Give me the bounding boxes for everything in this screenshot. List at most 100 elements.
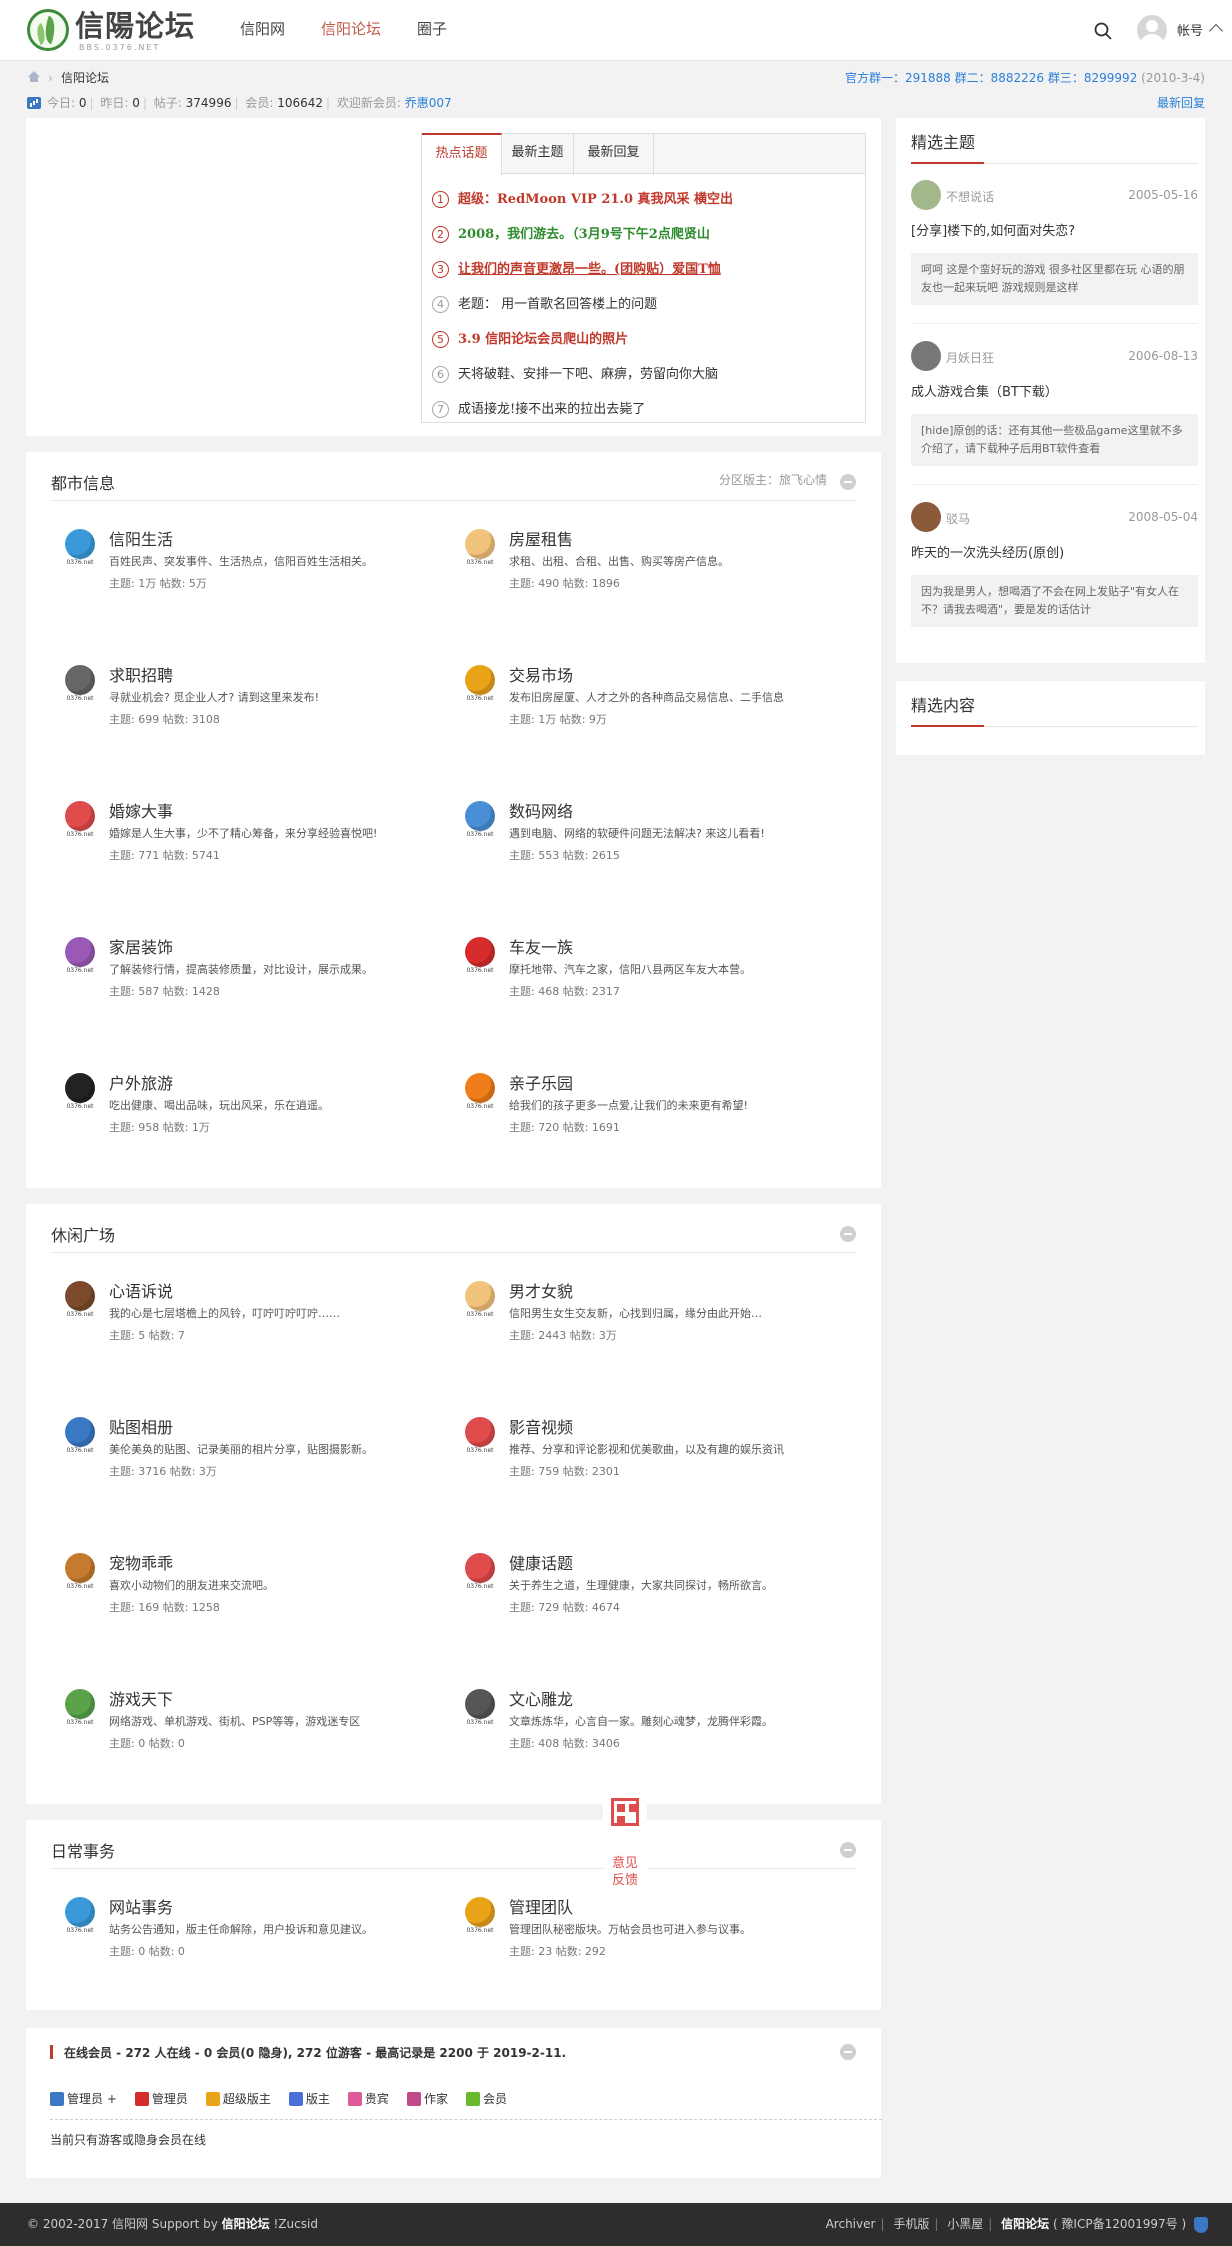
author-name[interactable]: 月妖日狂 bbox=[946, 349, 994, 366]
author-avatar[interactable] bbox=[911, 180, 941, 210]
hot-topic-item[interactable]: 6 天将破鞋、安排一下吧、麻痹，劳留向你大脑 bbox=[432, 357, 718, 392]
hot-topic-item[interactable]: 7 成语接龙!接不出来的拉出去毙了 bbox=[432, 392, 645, 427]
topic-title[interactable]: 昨天的一次洗头经历(原创) bbox=[911, 542, 1064, 561]
hot-topic-link[interactable]: 超级：RedMoon VIP 21.0 真我风采 横空出 bbox=[458, 192, 733, 207]
user-group-icon bbox=[288, 2091, 303, 2106]
collapse-icon[interactable] bbox=[840, 1226, 856, 1242]
forum-item[interactable]: 0376.net 房屋租售 求租、出租、合租、出售、购买等房产信息。 主题: 490 … bbox=[462, 526, 842, 616]
footer-link-archiver[interactable]: Archiver bbox=[826, 2217, 876, 2231]
nav-item-xinyang-net[interactable]: 信阳网 bbox=[222, 0, 303, 61]
rank-number-icon: 6 bbox=[432, 366, 449, 383]
breadcrumb-current[interactable]: 信阳论坛 bbox=[61, 68, 109, 88]
forum-name[interactable]: 宠物乖乖 bbox=[109, 1550, 173, 1574]
home-icon[interactable] bbox=[27, 70, 41, 83]
collapse-icon[interactable] bbox=[840, 1842, 856, 1858]
forum-item[interactable]: 0376.net 家居装饰 了解装修行情，提高装修质量，对比设计，展示成果。 主题: … bbox=[62, 934, 442, 1024]
forum-item[interactable]: 0376.net 网站事务 站务公告通知，版主任命解除，用户投诉和意见建议。 主题: … bbox=[62, 1894, 442, 1984]
forum-item[interactable]: 0376.net 求职招聘 寻就业机会? 觅企业人才? 请到这里来发布! 主题: 69… bbox=[62, 662, 442, 752]
forum-name[interactable]: 文心雕龙 bbox=[509, 1686, 573, 1710]
forum-item[interactable]: 0376.net 心语诉说 我的心是七层塔檐上的风铃，叮咛叮咛叮咛…… 主题: 5 帖… bbox=[62, 1278, 442, 1368]
forum-name[interactable]: 心语诉说 bbox=[109, 1278, 173, 1302]
forum-name[interactable]: 信阳生活 bbox=[109, 526, 173, 550]
footer-brand[interactable]: 信阳论坛 bbox=[1001, 2217, 1049, 2231]
nav-item-forum[interactable]: 信阳论坛 bbox=[303, 0, 399, 61]
forum-item[interactable]: 0376.net 户外旅游 吃出健康、喝出品味，玩出风采，乐在逍遥。 主题: 958 … bbox=[62, 1070, 442, 1160]
hot-topic-item[interactable]: 3 让我们的声音更激昂一些。(团购贴）爱国T恤 bbox=[432, 252, 721, 287]
collapse-icon[interactable] bbox=[840, 474, 856, 490]
forum-item[interactable]: 0376.net 数码网络 遇到电脑、网络的软硬件问题无法解决? 来这儿看看! 主题:… bbox=[462, 798, 842, 888]
hot-topic-link[interactable]: 2008，我们游去。（3月9号下午2点爬贤山 bbox=[458, 227, 710, 242]
footer-icp-link[interactable]: ( 豫ICP备12001997号 ) bbox=[1053, 2217, 1186, 2231]
forum-name[interactable]: 房屋租售 bbox=[509, 526, 573, 550]
forum-item[interactable]: 0376.net 婚嫁大事 婚嫁是人生大事，少不了精心筹备，来分享经验喜悦吧! 主题:… bbox=[62, 798, 442, 888]
feedback-button[interactable]: 意见 反馈 bbox=[603, 1794, 647, 1890]
forum-item[interactable]: 0376.net 交易市场 发布旧房屋厦、人才之外的各种商品交易信息、二手信息 主题:… bbox=[462, 662, 842, 752]
group-legend-item: 超级版主 bbox=[205, 2090, 271, 2107]
forum-name[interactable]: 亲子乐园 bbox=[509, 1070, 573, 1094]
forum-item[interactable]: 0376.net 亲子乐园 给我们的孩子更多一点爱,让我们的未来更有希望! 主题: 7… bbox=[462, 1070, 842, 1160]
forum-item[interactable]: 0376.net 宠物乖乖 喜欢小动物们的朋友进来交流吧。 主题: 169 帖数: 1… bbox=[62, 1550, 442, 1640]
forum-name[interactable]: 求职招聘 bbox=[109, 662, 173, 686]
forum-name[interactable]: 交易市场 bbox=[509, 662, 573, 686]
forum-name[interactable]: 男才女貌 bbox=[509, 1278, 573, 1302]
featured-topic-item[interactable]: 月妖日狂 2006-08-13 成人游戏合集（BT下载） [hide]原创的话：还有其… bbox=[911, 341, 1198, 486]
hot-topic-item[interactable]: 5 3.9 信阳论坛会员爬山的照片 bbox=[432, 322, 628, 357]
compass-icon: 0376.net bbox=[62, 665, 98, 703]
hot-topic-item[interactable]: 1 超级：RedMoon VIP 21.0 真我风采 横空出 bbox=[432, 182, 733, 217]
forum-name[interactable]: 数码网络 bbox=[509, 798, 573, 822]
tab-latest-topics[interactable]: 最新主题 bbox=[502, 133, 574, 175]
author-avatar[interactable] bbox=[911, 502, 941, 532]
tab-hot-topics[interactable]: 热点话题 bbox=[422, 133, 502, 175]
hot-topic-item[interactable]: 2 2008，我们游去。（3月9号下午2点爬贤山 bbox=[432, 217, 710, 252]
new-replies-link[interactable]: 最新回复 bbox=[1157, 93, 1205, 113]
footer-link-blackroom[interactable]: 小黑屋 bbox=[947, 2217, 983, 2231]
featured-topic-item[interactable]: 驳马 2008-05-04 昨天的一次洗头经历(原创) 因为我是男人，想喝酒了不会在网… bbox=[911, 502, 1198, 647]
forum-item[interactable]: 0376.net 文心雕龙 文章炼炼华，心言自一家。雕刻心魂梦，龙腾伴彩霞。 主题: … bbox=[462, 1686, 842, 1776]
author-avatar[interactable] bbox=[911, 341, 941, 371]
forum-name[interactable]: 管理团队 bbox=[509, 1894, 573, 1918]
hot-topic-link[interactable]: 老题： 用一首歌名回答楼上的问题 bbox=[458, 297, 657, 312]
forum-item[interactable]: 0376.net 车友一族 摩托地带、汽车之家，信阳八县两区车友大本营。 主题: 46… bbox=[462, 934, 842, 1024]
hot-topic-link[interactable]: 让我们的声音更激昂一些。(团购贴）爱国T恤 bbox=[458, 262, 721, 277]
forum-name[interactable]: 婚嫁大事 bbox=[109, 798, 173, 822]
forum-item[interactable]: 0376.net 男才女貌 信阳男生女生交友新，心找到归属，缘分由此开始… 主题: 2… bbox=[462, 1278, 842, 1368]
footer-link-mobile[interactable]: 手机版 bbox=[893, 2217, 929, 2231]
forum-item[interactable]: 0376.net 信阳生活 百姓民声、突发事件、生活热点，信阳百姓生活相关。 主题: … bbox=[62, 526, 442, 616]
forum-description: 关于养生之道，生理健康，大家共同探讨，畅所欲言。 bbox=[509, 1579, 773, 1592]
site-logo[interactable]: 信陽论坛 BBS.0376.NET bbox=[27, 7, 194, 53]
author-name[interactable]: 不想说话 bbox=[946, 188, 994, 205]
forum-name[interactable]: 网站事务 bbox=[109, 1894, 173, 1918]
forum-name[interactable]: 贴图相册 bbox=[109, 1414, 173, 1438]
forum-item[interactable]: 0376.net 影音视频 推荐、分享和评论影视和优美歌曲，以及有趣的娱乐资讯 主题:… bbox=[462, 1414, 842, 1504]
author-name[interactable]: 驳马 bbox=[946, 510, 970, 527]
user-avatar-icon[interactable] bbox=[1137, 15, 1167, 45]
forum-name[interactable]: 车友一族 bbox=[509, 934, 573, 958]
forum-name[interactable]: 影音视频 bbox=[509, 1414, 573, 1438]
hot-topic-link[interactable]: 天将破鞋、安排一下吧、麻痹，劳留向你大脑 bbox=[458, 367, 718, 382]
hot-topic-link[interactable]: 3.9 信阳论坛会员爬山的照片 bbox=[458, 332, 628, 347]
forum-description: 站务公告通知，版主任命解除，用户投诉和意见建议。 bbox=[109, 1923, 373, 1936]
collapse-icon[interactable] bbox=[840, 2044, 856, 2060]
newest-member-link[interactable]: 乔惠007 bbox=[405, 96, 452, 110]
nav-item-circle[interactable]: 圈子 bbox=[399, 0, 465, 61]
account-link[interactable]: 帐号 bbox=[1177, 20, 1203, 39]
section-moderator[interactable]: 分区版主：旅飞心情 bbox=[719, 471, 827, 488]
user-group-icon bbox=[134, 2091, 149, 2106]
hot-topic-item[interactable]: 4 老题： 用一首歌名回答楼上的问题 bbox=[432, 287, 657, 322]
forum-name[interactable]: 健康话题 bbox=[509, 1550, 573, 1574]
chevron-up-icon[interactable] bbox=[1208, 23, 1224, 39]
forum-name[interactable]: 家居装饰 bbox=[109, 934, 173, 958]
topic-title[interactable]: 成人游戏合集（BT下载） bbox=[911, 381, 1058, 400]
forum-name[interactable]: 户外旅游 bbox=[109, 1070, 173, 1094]
tab-latest-replies[interactable]: 最新回复 bbox=[574, 133, 654, 175]
forum-item[interactable]: 0376.net 贴图相册 美伦美奂的贴图、记录美丽的相片分享，贴图摄影新。 主题: … bbox=[62, 1414, 442, 1504]
search-icon[interactable] bbox=[1094, 22, 1112, 40]
forum-item[interactable]: 0376.net 游戏天下 网络游戏、单机游戏、街机、PSP等等，游戏迷专区 主题: … bbox=[62, 1686, 442, 1776]
footer-brand-link[interactable]: 信阳论坛 bbox=[222, 2217, 270, 2231]
hot-topic-link[interactable]: 成语接龙!接不出来的拉出去毙了 bbox=[458, 402, 645, 417]
forum-item[interactable]: 0376.net 管理团队 管理团队秘密版块。万帖会员也可进入参与议事。 主题: 23… bbox=[462, 1894, 842, 1984]
topic-title[interactable]: [分享]楼下的,如何面对失恋? bbox=[911, 220, 1075, 239]
forum-name[interactable]: 游戏天下 bbox=[109, 1686, 173, 1710]
forum-item[interactable]: 0376.net 健康话题 关于养生之道，生理健康，大家共同探讨，畅所欲言。 主题: … bbox=[462, 1550, 842, 1640]
featured-topic-item[interactable]: 不想说话 2005-05-16 [分享]楼下的,如何面对失恋? 呵呵 这是个蛮好玩的游… bbox=[911, 180, 1198, 325]
